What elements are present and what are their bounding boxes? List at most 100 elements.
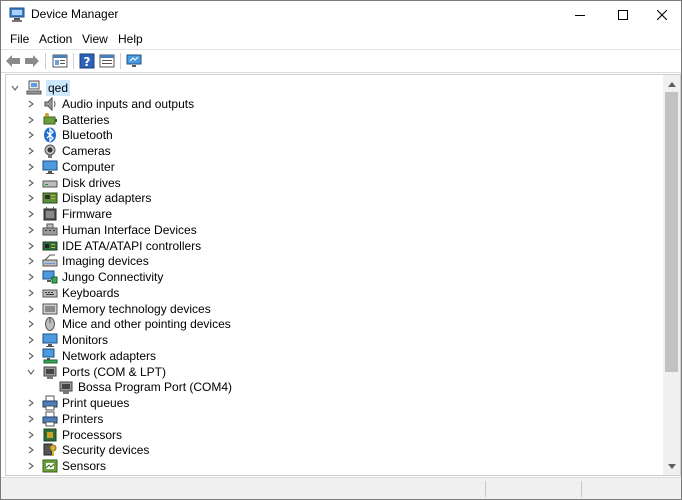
chevron-right-icon[interactable] xyxy=(26,193,36,203)
chevron-right-icon[interactable] xyxy=(26,304,36,314)
chevron-right-icon[interactable] xyxy=(26,288,36,298)
tree-item-keyboards[interactable]: Keyboards xyxy=(26,285,119,301)
menu-bar: File Action View Help xyxy=(1,29,681,49)
tree-item-label: Monitors xyxy=(62,333,109,347)
computer-icon xyxy=(26,80,42,96)
scroll-down-arrow-icon[interactable] xyxy=(663,458,680,475)
chevron-right-icon[interactable] xyxy=(26,351,36,361)
chevron-right-icon[interactable] xyxy=(26,225,36,235)
menu-file[interactable]: File xyxy=(10,32,29,46)
status-bar xyxy=(1,477,681,499)
tree-item-processors[interactable]: Processors xyxy=(26,427,122,443)
menu-help[interactable]: Help xyxy=(118,32,143,46)
chevron-right-icon[interactable] xyxy=(26,99,36,109)
tree-item-label: Mice and other pointing devices xyxy=(62,317,231,331)
close-button[interactable] xyxy=(639,1,681,29)
tree-item-mice-and-other-pointing-devices[interactable]: Mice and other pointing devices xyxy=(26,316,231,332)
chevron-right-icon[interactable] xyxy=(26,319,36,329)
chevron-right-icon[interactable] xyxy=(26,398,36,408)
port-icon xyxy=(58,379,74,395)
menu-view[interactable]: View xyxy=(82,32,108,46)
camera-icon xyxy=(42,143,58,159)
tree-root-label: qed xyxy=(46,80,71,96)
tree-item-firmware[interactable]: Firmware xyxy=(26,206,112,222)
tree-item-disk-drives[interactable]: Disk drives xyxy=(26,175,121,191)
forward-arrow-icon[interactable] xyxy=(23,52,41,70)
minimize-button[interactable] xyxy=(557,1,602,29)
tree-item-print-queues[interactable]: Print queues xyxy=(26,395,129,411)
chevron-right-icon[interactable] xyxy=(26,430,36,440)
menu-action[interactable]: Action xyxy=(39,32,72,46)
chevron-right-icon[interactable] xyxy=(26,130,36,140)
svg-text:?: ? xyxy=(84,55,91,69)
tree-item-label: Printers xyxy=(62,412,104,426)
chevron-right-icon[interactable] xyxy=(26,461,36,471)
tree-item-sensors[interactable]: Sensors xyxy=(26,458,106,474)
scroll-thumb[interactable] xyxy=(665,92,678,372)
tree-item-human-interface-devices[interactable]: Human Interface Devices xyxy=(26,222,197,238)
tree-item-jungo-connectivity[interactable]: Jungo Connectivity xyxy=(26,269,163,285)
scanner-icon xyxy=(42,253,58,269)
tree-item-bossa-program-port-com4[interactable]: Bossa Program Port (COM4) xyxy=(42,379,232,395)
printer-icon xyxy=(42,411,58,427)
mouse-icon xyxy=(42,316,58,332)
controller-icon xyxy=(42,238,58,254)
chevron-right-icon[interactable] xyxy=(26,335,36,345)
processor-icon xyxy=(42,427,58,443)
chevron-right-icon[interactable] xyxy=(26,209,36,219)
chevron-right-icon[interactable] xyxy=(26,162,36,172)
vertical-scrollbar[interactable] xyxy=(663,75,680,475)
window-title: Device Manager xyxy=(31,7,119,21)
chevron-right-icon[interactable] xyxy=(26,146,36,156)
tree-root-qed[interactable]: qed xyxy=(10,80,71,96)
disk-drive-icon xyxy=(42,175,58,191)
tree-item-batteries[interactable]: Batteries xyxy=(26,112,109,128)
tree-item-display-adapters[interactable]: Display adapters xyxy=(26,190,151,206)
chevron-right-icon[interactable] xyxy=(26,445,36,455)
chevron-down-icon[interactable] xyxy=(26,367,36,377)
chevron-right-icon[interactable] xyxy=(26,115,36,125)
tree-item-computer[interactable]: Computer xyxy=(26,159,115,175)
scan-monitor-icon[interactable] xyxy=(125,52,143,70)
tree-item-label: Memory technology devices xyxy=(62,302,211,316)
chevron-right-icon[interactable] xyxy=(26,178,36,188)
device-tree[interactable]: qed Audio inputs and outputs Batteries Blue… xyxy=(5,74,681,476)
tree-item-cameras[interactable]: Cameras xyxy=(26,143,111,159)
tree-item-label: Keyboards xyxy=(62,286,120,300)
tree-item-printers[interactable]: Printers xyxy=(26,411,103,427)
scroll-up-arrow-icon[interactable] xyxy=(663,75,680,92)
tree-item-monitors[interactable]: Monitors xyxy=(26,332,108,348)
port-icon xyxy=(42,364,58,380)
back-arrow-icon[interactable] xyxy=(4,52,22,70)
tree-item-label: Batteries xyxy=(62,113,110,127)
monitor-icon xyxy=(42,332,58,348)
properties-sheet-icon[interactable] xyxy=(51,52,69,70)
tree-item-label: Jungo Connectivity xyxy=(62,270,164,284)
status-separator xyxy=(485,481,486,497)
chevron-right-icon[interactable] xyxy=(26,272,36,282)
help-icon[interactable]: ? xyxy=(78,52,96,70)
tree-item-bluetooth[interactable]: Bluetooth xyxy=(26,127,113,143)
tree-item-label: Computer xyxy=(62,160,115,174)
tree-item-label: Display adapters xyxy=(62,191,152,205)
tree-item-memory-technology-devices[interactable]: Memory technology devices xyxy=(26,301,211,317)
tree-item-ide-ata-atapi-controllers[interactable]: IDE ATA/ATAPI controllers xyxy=(26,238,201,254)
tree-item-label: Security devices xyxy=(62,443,150,457)
chevron-right-icon[interactable] xyxy=(26,256,36,266)
chevron-right-icon[interactable] xyxy=(26,414,36,424)
chevron-down-icon[interactable] xyxy=(10,83,20,93)
tree-item-imaging-devices[interactable]: Imaging devices xyxy=(26,253,149,269)
chevron-right-icon[interactable] xyxy=(26,241,36,251)
tree-item-label: IDE ATA/ATAPI controllers xyxy=(62,239,202,253)
tree-item-security-devices[interactable]: Security devices xyxy=(26,442,149,458)
display-adapter-icon xyxy=(42,190,58,206)
tree-item-audio-inputs-and-outputs[interactable]: Audio inputs and outputs xyxy=(26,96,194,112)
tree-item-label: Audio inputs and outputs xyxy=(62,97,195,111)
firmware-icon xyxy=(42,206,58,222)
tree-item-network-adapters[interactable]: Network adapters xyxy=(26,348,156,364)
tree-item-label: Bossa Program Port (COM4) xyxy=(78,380,233,394)
tree-item-label: Human Interface Devices xyxy=(62,223,197,237)
details-view-icon[interactable] xyxy=(98,52,116,70)
network-monitor-icon xyxy=(42,269,58,285)
tree-item-ports-com-lpt[interactable]: Ports (COM & LPT) xyxy=(26,364,166,380)
